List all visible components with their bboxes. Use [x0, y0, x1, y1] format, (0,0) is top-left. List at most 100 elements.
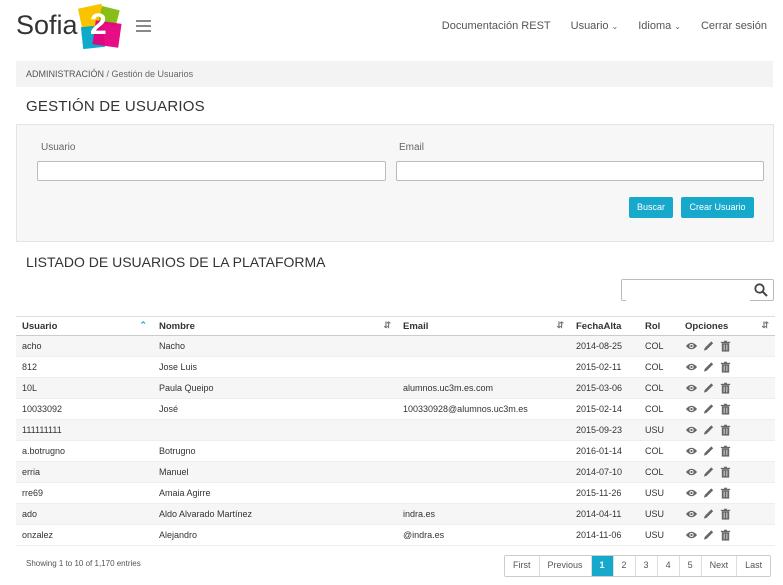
cell-usuario: rre69	[16, 482, 153, 504]
cell-nombre: Alejandro	[153, 524, 397, 546]
delete-icon[interactable]	[719, 487, 732, 499]
usuario-input[interactable]	[37, 161, 386, 181]
view-icon[interactable]	[685, 424, 698, 436]
cell-nombre: Aldo Alvarado Martínez	[153, 503, 397, 525]
page-button-next[interactable]: Next	[701, 556, 738, 576]
edit-icon[interactable]	[702, 382, 715, 394]
view-icon[interactable]	[685, 466, 698, 478]
page-button-5[interactable]: 5	[679, 556, 702, 576]
delete-icon[interactable]	[719, 466, 732, 478]
table-row: a.botrugno Botrugno 2016-01-14 COL	[16, 440, 775, 462]
nav-label: Documentación REST	[441, 20, 551, 32]
cell-email	[397, 461, 570, 483]
delete-icon[interactable]	[719, 424, 732, 436]
page-button-4[interactable]: 4	[657, 556, 680, 576]
page-button-first[interactable]: First	[505, 556, 540, 576]
view-icon[interactable]	[685, 340, 698, 352]
table-search-input[interactable]	[626, 280, 750, 301]
page-button-1[interactable]: 1	[591, 556, 614, 576]
col-header-email[interactable]: Email ⇵	[397, 316, 570, 336]
page-button-2[interactable]: 2	[613, 556, 636, 576]
top-nav: Documentación REST Usuario ⌄ Idioma ⌄ Cerr…	[442, 20, 767, 32]
delete-icon[interactable]	[719, 361, 732, 373]
table-row: 111111111 2015-09-23 USU	[16, 419, 775, 441]
cell-rol: COL	[639, 356, 679, 378]
email-input[interactable]	[396, 161, 764, 181]
view-icon[interactable]	[685, 487, 698, 499]
filter-panel: Usuario Email Buscar Crear Usuario	[16, 124, 774, 242]
row-actions	[685, 445, 769, 457]
cell-email	[397, 440, 570, 462]
col-header-rol[interactable]: Rol	[639, 316, 679, 336]
col-header-label: FechaAlta	[576, 320, 622, 332]
cell-usuario: ado	[16, 503, 153, 525]
delete-icon[interactable]	[719, 403, 732, 415]
edit-icon[interactable]	[702, 466, 715, 478]
cell-email	[397, 419, 570, 441]
users-table-body: acho Nacho 2014-08-25 COL 812 Jose Luis 2015-0…	[16, 335, 775, 546]
nav-idioma-dropdown[interactable]: Idioma ⌄	[638, 20, 681, 32]
cell-nombre: Manuel	[153, 461, 397, 483]
page-button-last[interactable]: Last	[737, 556, 771, 576]
table-header-row: Usuario ⌃ Nombre ⇵ Email ⇵ FechaAlta Rol Op…	[16, 316, 775, 336]
edit-icon[interactable]	[702, 445, 715, 457]
chevron-down-icon: ⌄	[674, 22, 681, 31]
buscar-button[interactable]: Buscar	[629, 197, 673, 218]
col-header-usuario[interactable]: Usuario ⌃	[16, 316, 153, 336]
delete-icon[interactable]	[719, 508, 732, 520]
edit-icon[interactable]	[702, 361, 715, 373]
page-button-previous[interactable]: Previous	[539, 556, 592, 576]
edit-icon[interactable]	[702, 529, 715, 541]
table-row: rre69 Amaia Agirre 2015-11-26 USU	[16, 482, 775, 504]
cell-opciones	[679, 377, 775, 399]
email-label: Email	[399, 142, 425, 153]
table-search-box[interactable]	[621, 279, 774, 301]
search-icon[interactable]	[754, 283, 768, 297]
edit-icon[interactable]	[702, 403, 715, 415]
list-title: LISTADO DE USUARIOS DE LA PLATAFORMA	[26, 254, 326, 270]
delete-icon[interactable]	[719, 445, 732, 457]
view-icon[interactable]	[685, 529, 698, 541]
page-button-3[interactable]: 3	[635, 556, 658, 576]
delete-icon[interactable]	[719, 529, 732, 541]
cell-opciones	[679, 503, 775, 525]
view-icon[interactable]	[685, 403, 698, 415]
cell-email: 100330928@alumnos.uc3m.es	[397, 398, 570, 420]
logo-number: 2	[90, 8, 107, 41]
view-icon[interactable]	[685, 382, 698, 394]
row-actions	[685, 487, 769, 499]
breadcrumb: ADMINISTRACIÓN / Gestión de Usuarios	[16, 61, 773, 87]
cell-fechaalta: 2016-01-14	[570, 440, 639, 462]
crear-usuario-button[interactable]: Crear Usuario	[681, 197, 754, 218]
cell-opciones	[679, 419, 775, 441]
nav-label: Cerrar sesión	[700, 20, 767, 32]
cell-nombre: Amaia Agirre	[153, 482, 397, 504]
view-icon[interactable]	[685, 361, 698, 373]
view-icon[interactable]	[685, 508, 698, 520]
sort-icon: ⇵	[556, 320, 564, 330]
users-table: Usuario ⌃ Nombre ⇵ Email ⇵ FechaAlta Rol Op…	[16, 316, 775, 546]
cell-rol: COL	[639, 377, 679, 399]
delete-icon[interactable]	[719, 340, 732, 352]
nav-usuario-dropdown[interactable]: Usuario ⌄	[571, 20, 619, 32]
row-actions	[685, 382, 769, 394]
table-info: Showing 1 to 10 of 1,170 entries	[26, 559, 141, 568]
nav-cerrar-sesion[interactable]: Cerrar sesión	[701, 20, 767, 32]
sofia2-logo[interactable]: Sofia 2	[16, 3, 122, 50]
breadcrumb-root[interactable]: ADMINISTRACIÓN	[26, 69, 104, 79]
delete-icon[interactable]	[719, 382, 732, 394]
col-header-opciones[interactable]: Opciones ⇵	[679, 316, 775, 336]
cell-usuario: 10033092	[16, 398, 153, 420]
edit-icon[interactable]	[702, 340, 715, 352]
cell-rol: USU	[639, 524, 679, 546]
view-icon[interactable]	[685, 445, 698, 457]
col-header-nombre[interactable]: Nombre ⇵	[153, 316, 397, 336]
hamburger-menu-icon[interactable]	[136, 20, 151, 32]
edit-icon[interactable]	[702, 487, 715, 499]
edit-icon[interactable]	[702, 424, 715, 436]
col-header-label: Rol	[645, 320, 661, 332]
col-header-fechaalta[interactable]: FechaAlta	[570, 316, 639, 336]
edit-icon[interactable]	[702, 508, 715, 520]
nav-documentacion-rest[interactable]: Documentación REST	[442, 20, 551, 32]
nav-label: Idioma	[638, 20, 672, 32]
